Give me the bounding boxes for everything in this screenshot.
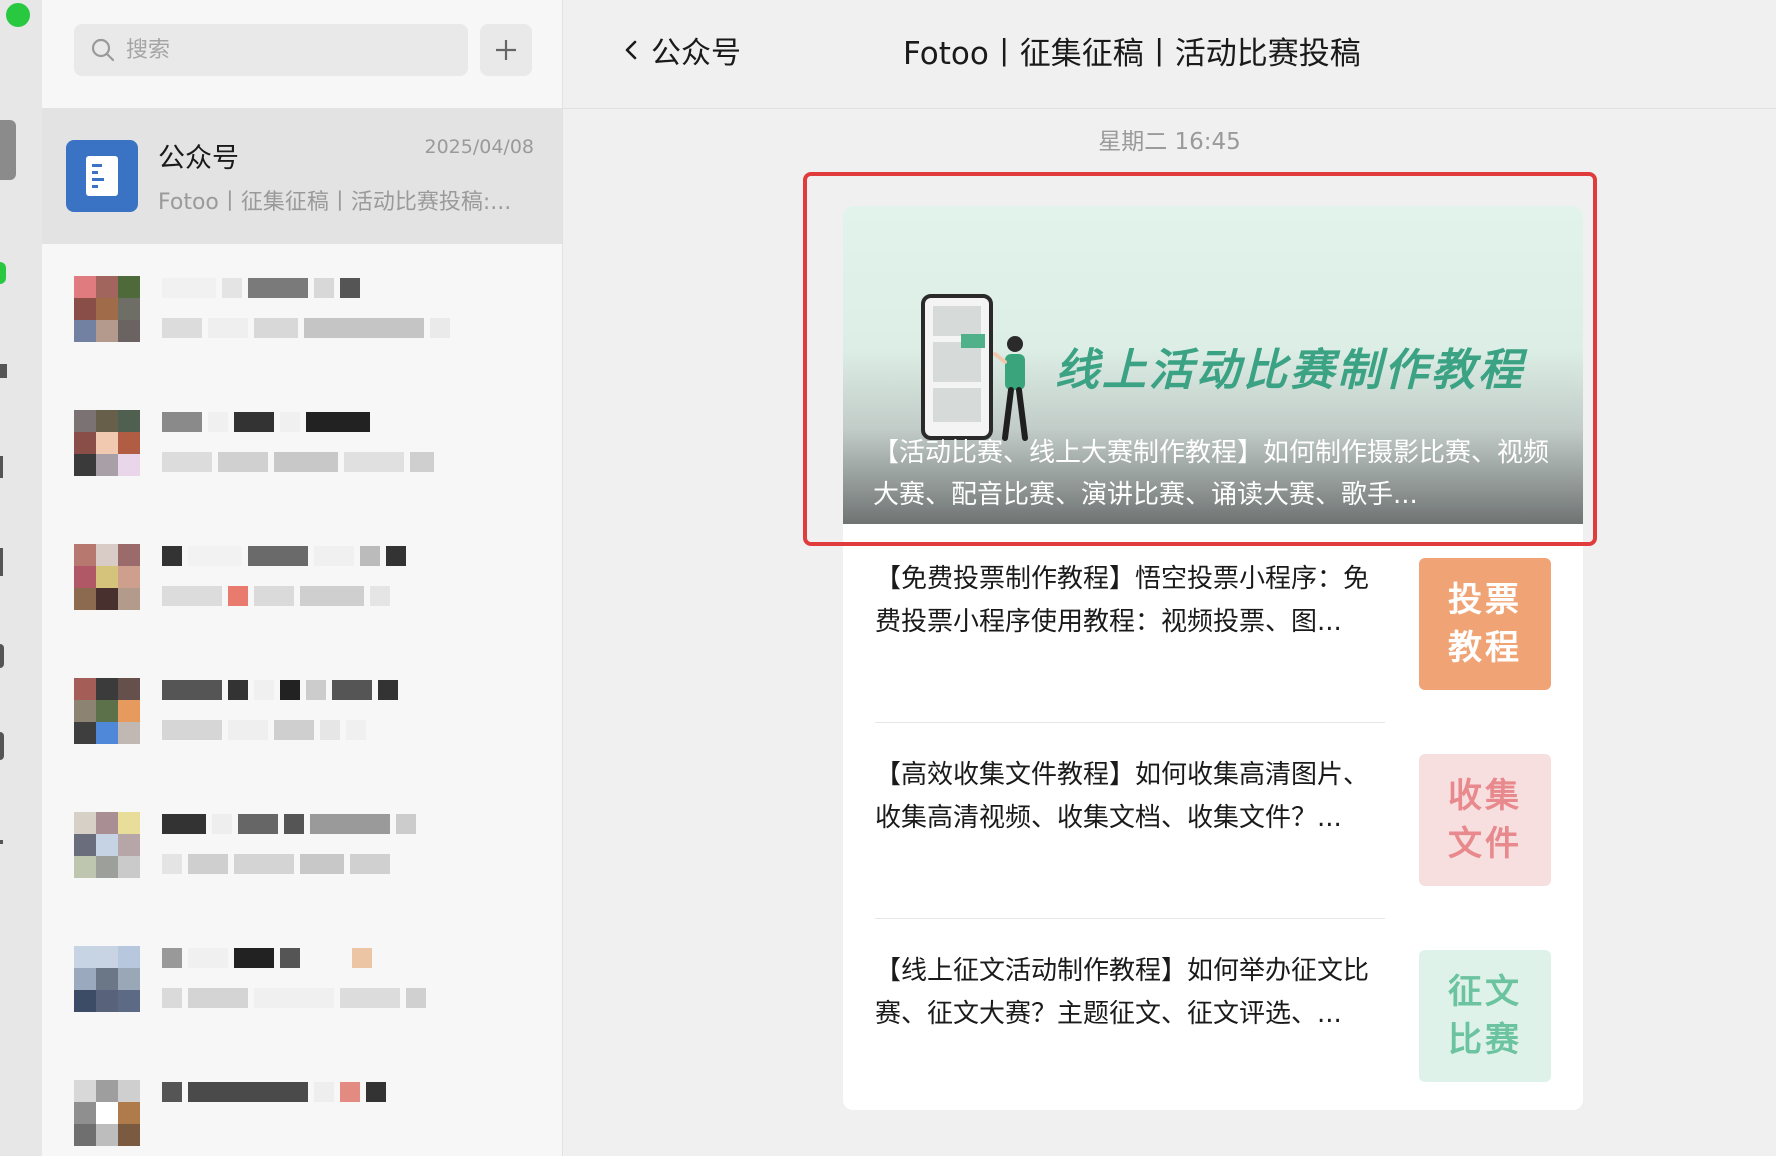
avatar xyxy=(74,812,140,878)
article-item[interactable]: 【免费投票制作教程】悟空投票小程序：免费投票小程序使用教程：视频投票、图... … xyxy=(875,558,1555,723)
conversation-name: 公众号 xyxy=(158,143,239,174)
list-item[interactable] xyxy=(42,782,562,916)
conversation-preview: Fotoo丨征集征稿丨活动比赛投稿:... xyxy=(158,190,512,215)
blurred-title xyxy=(162,814,416,834)
blurred-title xyxy=(162,278,360,298)
article-thumbnail: 投票 教程 xyxy=(1419,558,1551,690)
conversation-item-official-accounts[interactable]: 公众号 2025/04/08 Fotoo丨征集征稿丨活动比赛投稿:... xyxy=(42,108,562,244)
list-item[interactable] xyxy=(42,916,562,1050)
list-item[interactable] xyxy=(42,246,562,380)
avatar xyxy=(74,678,140,744)
rail-more-icon[interactable] xyxy=(0,840,3,844)
divider xyxy=(875,722,1385,723)
blurred-title xyxy=(162,948,372,968)
blurred-preview xyxy=(162,720,366,740)
rail-avatar[interactable] xyxy=(0,120,16,180)
back-label: 公众号 xyxy=(651,36,741,71)
back-button[interactable]: 公众号 xyxy=(621,28,741,72)
rail-contacts-icon[interactable] xyxy=(0,364,7,378)
blurred-preview xyxy=(162,452,434,472)
list-item[interactable] xyxy=(42,514,562,648)
article-title: 【高效收集文件教程】如何收集高清图片、收集高清视频、收集文档、收集文件？... xyxy=(875,760,1370,833)
avatar xyxy=(74,946,140,1012)
blurred-conversation-list xyxy=(42,246,562,1156)
divider xyxy=(875,918,1385,919)
plus-icon xyxy=(496,40,516,60)
blurred-title xyxy=(162,546,406,566)
rail-channels-icon[interactable] xyxy=(0,732,4,760)
rail-moments-icon[interactable] xyxy=(0,644,4,668)
article-title: 【线上征文活动制作教程】如何举办征文比赛、征文大赛？主题征文、征文评选、... xyxy=(875,956,1370,1029)
blurred-preview xyxy=(162,318,450,338)
search-icon xyxy=(91,38,115,62)
window-zoom-button[interactable] xyxy=(6,3,30,27)
article-item[interactable]: 【高效收集文件教程】如何收集高清图片、收集高清视频、收集文档、收集文件？... … xyxy=(875,754,1555,919)
article-thumbnail: 收集 文件 xyxy=(1419,754,1551,886)
article-title: 【免费投票制作教程】悟空投票小程序：免费投票小程序使用教程：视频投票、图... xyxy=(875,564,1370,637)
avatar xyxy=(74,1080,140,1146)
blurred-title xyxy=(162,412,370,432)
article-item[interactable]: 【线上征文活动制作教程】如何举办征文比赛、征文大赛？主题征文、征文评选、... … xyxy=(875,950,1555,1102)
search-box[interactable] xyxy=(74,24,468,76)
chevron-left-icon xyxy=(625,40,637,60)
highlight-box xyxy=(803,172,1597,546)
rail-chat-icon[interactable] xyxy=(0,262,6,284)
list-item[interactable] xyxy=(42,648,562,782)
blurred-preview xyxy=(162,854,390,874)
document-icon xyxy=(86,156,118,196)
blurred-preview xyxy=(162,988,426,1008)
avatar xyxy=(74,276,140,342)
official-accounts-avatar xyxy=(66,140,138,212)
app-rail xyxy=(0,0,42,1156)
blurred-title xyxy=(162,680,398,700)
article-thumbnail: 征文 比赛 xyxy=(1419,950,1551,1082)
avatar xyxy=(74,544,140,610)
conversation-sidebar: 公众号 2025/04/08 Fotoo丨征集征稿丨活动比赛投稿:... xyxy=(42,0,563,1156)
list-item[interactable] xyxy=(42,380,562,514)
rail-favorites-icon[interactable] xyxy=(0,456,3,478)
chat-header: 公众号 Fotoo丨征集征稿丨活动比赛投稿 xyxy=(563,0,1776,109)
conversation-date: 2025/04/08 xyxy=(424,136,534,158)
list-item[interactable] xyxy=(42,1050,562,1156)
chat-title: Fotoo丨征集征稿丨活动比赛投稿 xyxy=(903,36,1361,72)
blurred-title xyxy=(162,1082,386,1102)
search-input[interactable] xyxy=(124,36,448,64)
blurred-preview xyxy=(162,586,390,606)
add-button[interactable] xyxy=(480,24,532,76)
avatar xyxy=(74,410,140,476)
message-timestamp: 星期二 16:45 xyxy=(1098,129,1241,155)
rail-files-icon[interactable] xyxy=(0,548,3,576)
